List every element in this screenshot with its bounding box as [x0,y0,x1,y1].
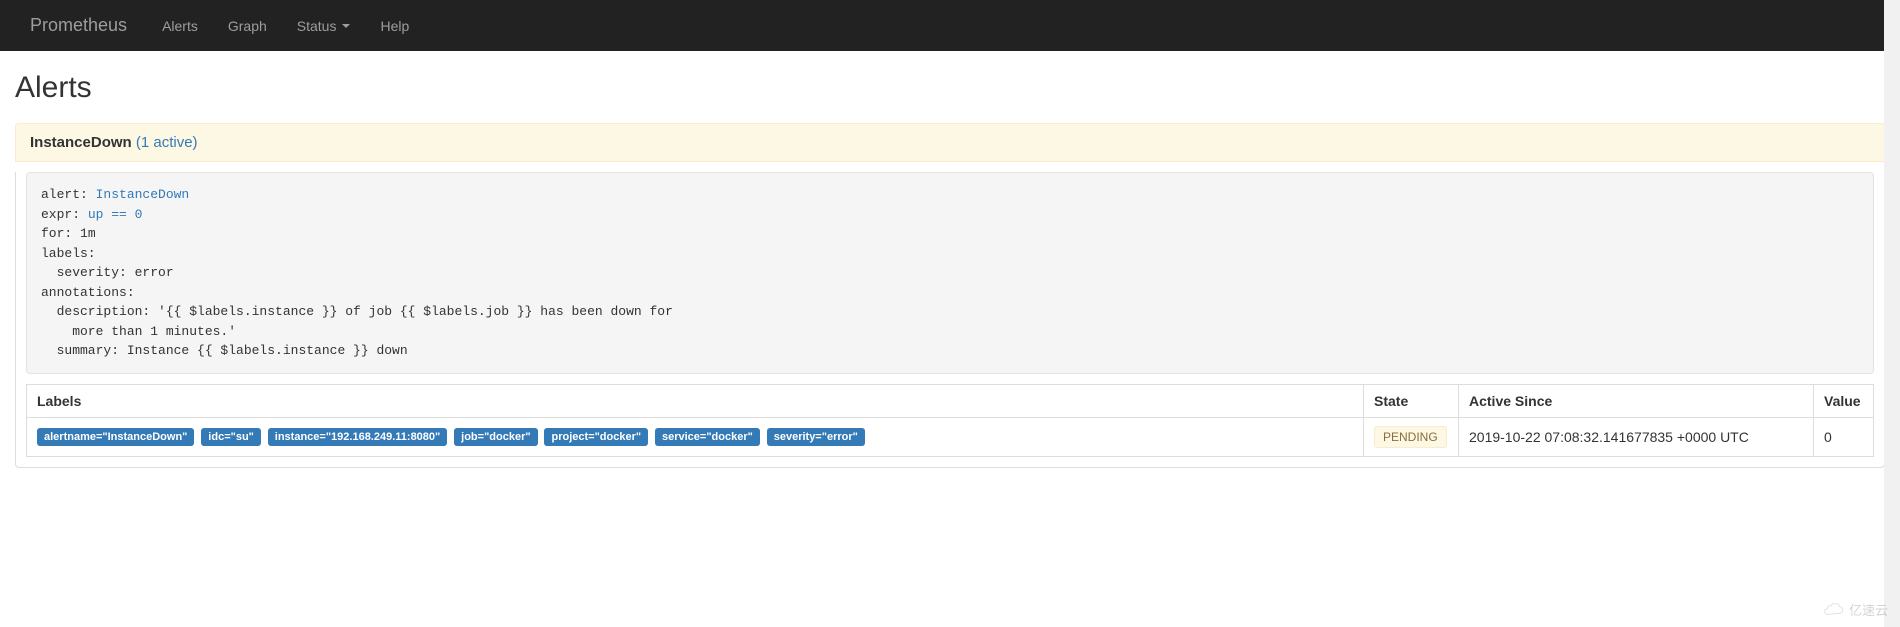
alert-rule-definition: alert: InstanceDown expr: up == 0 for: 1… [26,172,1874,374]
alert-rule-panel: alert: InstanceDown expr: up == 0 for: 1… [15,172,1885,468]
brand-link[interactable]: Prometheus [15,0,142,51]
label-badge: job="docker" [454,428,537,446]
nav-alerts[interactable]: Alerts [147,3,213,49]
cell-state: PENDING [1364,417,1459,456]
table-row: alertname="InstanceDown" idc="su" instan… [27,417,1874,456]
nav-help[interactable]: Help [365,3,424,49]
col-state: State [1364,384,1459,417]
chevron-down-icon [342,24,350,28]
nav-status-label: Status [297,18,337,34]
rule-expr-link[interactable]: up == 0 [80,207,142,222]
nav-graph[interactable]: Graph [213,3,282,49]
scrollbar-track[interactable] [1884,0,1900,627]
cell-labels: alertname="InstanceDown" idc="su" instan… [27,417,1364,456]
nav-list: Alerts Graph Status Help [147,3,424,49]
page-title: Alerts [15,71,1885,105]
rule-alert-name[interactable]: InstanceDown [88,187,189,202]
state-badge-pending: PENDING [1374,426,1447,448]
watermark: 亿速云 [1823,600,1888,619]
label-badge: service="docker" [655,428,760,446]
label-badge: idc="su" [201,428,261,446]
cloud-icon [1823,603,1845,617]
cell-active-since: 2019-10-22 07:08:32.141677835 +0000 UTC [1459,417,1814,456]
main-content: Alerts InstanceDown (1 active) alert: In… [0,51,1900,498]
label-badge: severity="error" [767,428,865,446]
col-value: Value [1814,384,1874,417]
table-header-row: Labels State Active Since Value [27,384,1874,417]
alert-group-name: InstanceDown [30,134,132,151]
label-badge: instance="192.168.249.11:8080" [268,428,447,446]
label-badge: alertname="InstanceDown" [37,428,194,446]
nav-status[interactable]: Status [282,3,366,49]
label-badge: project="docker" [544,428,648,446]
cell-value: 0 [1814,417,1874,456]
col-labels: Labels [27,384,1364,417]
col-active-since: Active Since [1459,384,1814,417]
top-navbar: Prometheus Alerts Graph Status Help [0,0,1900,51]
alert-instances-table: Labels State Active Since Value alertnam… [26,384,1874,457]
alert-active-count: (1 active) [136,134,198,151]
alert-group-header[interactable]: InstanceDown (1 active) [15,123,1885,162]
